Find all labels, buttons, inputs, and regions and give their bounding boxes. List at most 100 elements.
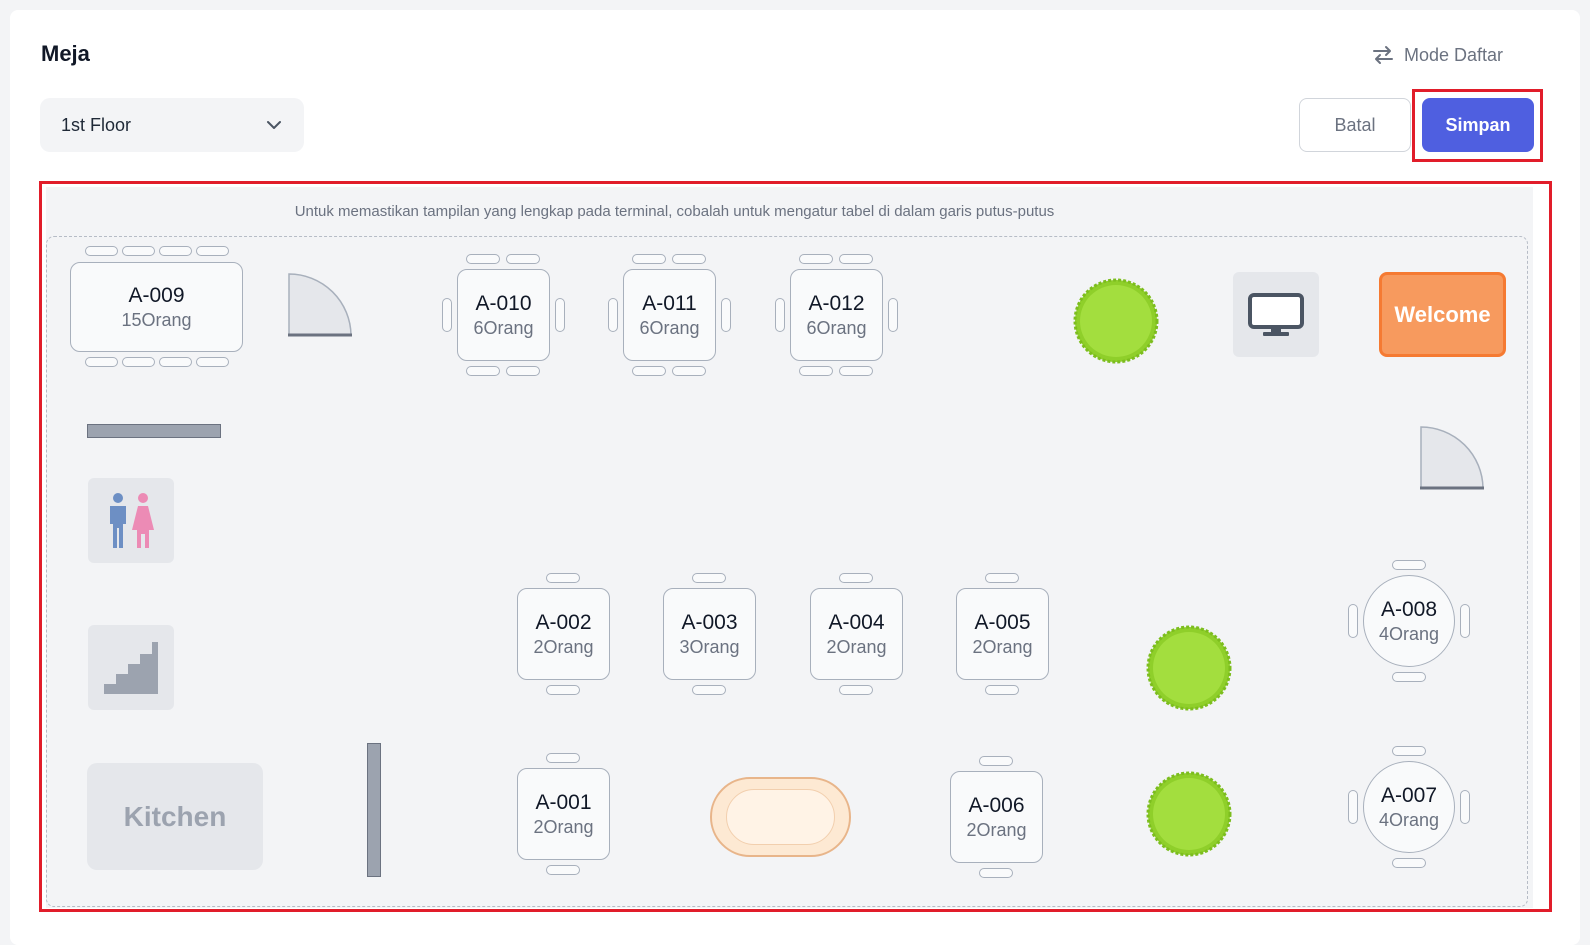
chair bbox=[692, 573, 726, 583]
stairs-icon bbox=[104, 641, 158, 694]
chair bbox=[632, 366, 666, 376]
table-name: A-005 bbox=[974, 610, 1031, 634]
chair bbox=[546, 685, 580, 695]
table-a-010[interactable]: A-010 6Orang bbox=[457, 269, 550, 361]
save-button[interactable]: Simpan bbox=[1422, 98, 1534, 152]
chair bbox=[1348, 790, 1358, 824]
table-name: A-011 bbox=[642, 291, 697, 315]
table-a-005[interactable]: A-005 2Orang bbox=[956, 588, 1049, 680]
chair bbox=[799, 366, 833, 376]
chair bbox=[466, 366, 500, 376]
table-capacity: 3Orang bbox=[679, 636, 740, 657]
table-name: A-004 bbox=[828, 610, 885, 634]
monitor-icon bbox=[1248, 292, 1304, 336]
table-capacity: 6Orang bbox=[806, 317, 867, 338]
table-a-007[interactable]: A-007 4Orang bbox=[1363, 761, 1455, 853]
restroom-icon bbox=[110, 492, 154, 548]
chair bbox=[1460, 604, 1470, 638]
cancel-button[interactable]: Batal bbox=[1299, 98, 1411, 152]
chair bbox=[1392, 560, 1426, 570]
table-capacity: 2Orang bbox=[533, 636, 594, 657]
plant-icon[interactable] bbox=[1146, 771, 1232, 857]
table-name: A-010 bbox=[475, 291, 532, 315]
chair bbox=[506, 366, 540, 376]
table-a-006[interactable]: A-006 2Orang bbox=[950, 771, 1043, 863]
chair bbox=[672, 366, 706, 376]
table-name: A-002 bbox=[535, 610, 592, 634]
chair bbox=[159, 357, 192, 367]
stairs[interactable] bbox=[88, 625, 174, 710]
chair bbox=[799, 254, 833, 264]
page-title: Meja bbox=[41, 41, 90, 66]
chair bbox=[839, 685, 873, 695]
table-capacity: 2Orang bbox=[826, 636, 887, 657]
chair bbox=[466, 254, 500, 264]
plant-icon[interactable] bbox=[1146, 625, 1232, 711]
table-name: A-009 bbox=[128, 283, 185, 307]
chair bbox=[692, 685, 726, 695]
table-capacity: 6Orang bbox=[639, 317, 700, 338]
chair bbox=[1460, 790, 1470, 824]
chair bbox=[1348, 604, 1358, 638]
restroom[interactable] bbox=[88, 478, 174, 563]
layout-hint: Untuk memastikan tampilan yang lengkap p… bbox=[294, 203, 1055, 220]
chair bbox=[122, 246, 155, 256]
table-capacity: 4Orang bbox=[1378, 809, 1440, 830]
table-name: A-003 bbox=[681, 610, 738, 634]
chair bbox=[546, 865, 580, 875]
wall-horizontal[interactable] bbox=[87, 424, 221, 438]
chair bbox=[85, 357, 118, 367]
table-a-003[interactable]: A-003 3Orang bbox=[663, 588, 756, 680]
table-capacity: 6Orang bbox=[473, 317, 534, 338]
swap-icon bbox=[1373, 46, 1393, 64]
wall-vertical[interactable] bbox=[367, 743, 381, 877]
kitchen-area[interactable]: Kitchen bbox=[87, 763, 263, 870]
chair bbox=[839, 366, 873, 376]
floor-select[interactable]: 1st Floor bbox=[40, 98, 304, 152]
cashier-station[interactable] bbox=[1233, 272, 1319, 357]
table-a-001[interactable]: A-001 2Orang bbox=[517, 768, 610, 860]
chair bbox=[506, 254, 540, 264]
plant-icon[interactable] bbox=[1073, 278, 1159, 364]
chair bbox=[608, 298, 618, 332]
chair bbox=[985, 573, 1019, 583]
door-icon[interactable] bbox=[1419, 425, 1485, 491]
table-capacity: 15Orang bbox=[121, 309, 192, 330]
welcome-sign[interactable]: Welcome bbox=[1379, 272, 1506, 357]
chair bbox=[985, 685, 1019, 695]
chair bbox=[555, 298, 565, 332]
table-capacity: 2Orang bbox=[966, 819, 1027, 840]
table-a-004[interactable]: A-004 2Orang bbox=[810, 588, 903, 680]
chair bbox=[775, 298, 785, 332]
table-a-009[interactable]: A-009 15Orang bbox=[70, 262, 243, 352]
chair bbox=[1392, 858, 1426, 868]
chair bbox=[442, 298, 452, 332]
table-name: A-008 bbox=[1380, 597, 1438, 621]
mode-list-button[interactable]: Mode Daftar bbox=[1372, 40, 1503, 70]
table-a-002[interactable]: A-002 2Orang bbox=[517, 588, 610, 680]
chair bbox=[632, 254, 666, 264]
chair bbox=[839, 254, 873, 264]
table-name: A-007 bbox=[1380, 783, 1438, 807]
table-capacity: 2Orang bbox=[972, 636, 1033, 657]
chair bbox=[979, 868, 1013, 878]
chair bbox=[85, 246, 118, 256]
table-name: A-012 bbox=[808, 291, 865, 315]
chair bbox=[979, 756, 1013, 766]
table-a-011[interactable]: A-011 6Orang bbox=[623, 269, 716, 361]
oval-table-decor[interactable] bbox=[710, 777, 851, 857]
table-capacity: 2Orang bbox=[533, 816, 594, 837]
table-name: A-006 bbox=[968, 793, 1025, 817]
chair bbox=[546, 753, 580, 763]
chevron-down-icon bbox=[267, 121, 281, 129]
table-a-012[interactable]: A-012 6Orang bbox=[790, 269, 883, 361]
chair bbox=[159, 246, 192, 256]
door-icon[interactable] bbox=[287, 272, 353, 338]
floor-select-value: 1st Floor bbox=[61, 114, 132, 135]
mode-list-label: Mode Daftar bbox=[1404, 44, 1504, 65]
table-capacity: 4Orang bbox=[1378, 623, 1440, 644]
chair bbox=[1392, 746, 1426, 756]
table-a-008[interactable]: A-008 4Orang bbox=[1363, 575, 1455, 667]
chair bbox=[122, 357, 155, 367]
oval-table-inner bbox=[726, 789, 835, 845]
